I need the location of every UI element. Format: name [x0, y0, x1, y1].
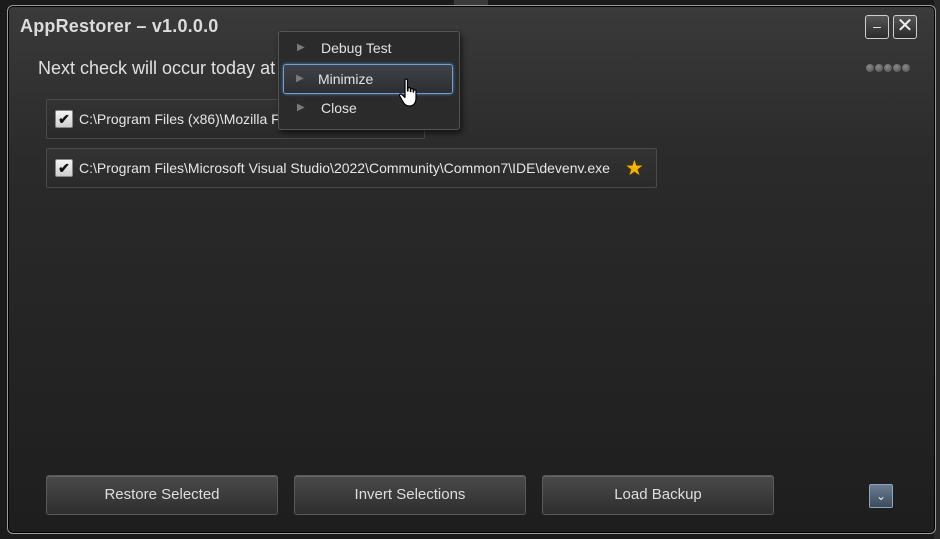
- minimize-button[interactable]: –: [865, 15, 889, 39]
- favorite-star-icon[interactable]: ★: [625, 156, 644, 181]
- app-title: AppRestorer – v1.0.0.0: [20, 16, 219, 36]
- invert-selections-button[interactable]: Invert Selections: [294, 475, 526, 515]
- restore-selected-button[interactable]: Restore Selected: [46, 475, 278, 515]
- hand-cursor-icon: [398, 78, 417, 107]
- minimize-icon: –: [873, 18, 881, 34]
- busy-indicator-icon: [866, 64, 910, 72]
- app-path: C:\Program Files (x86)\Mozilla Fi: [79, 111, 283, 127]
- submenu-arrow-icon: ▶: [296, 73, 304, 84]
- menu-item-label: Debug Test: [321, 40, 392, 56]
- menu-item-minimize[interactable]: ▶ Minimize: [283, 64, 453, 94]
- app-list-item[interactable]: ✔ C:\Program Files\Microsoft Visual Stud…: [46, 148, 657, 188]
- submenu-arrow-icon: ▶: [297, 42, 305, 53]
- app-checkbox[interactable]: ✔: [55, 110, 73, 128]
- close-button[interactable]: ✕: [893, 15, 917, 39]
- submenu-arrow-icon: ▶: [297, 102, 305, 113]
- menu-item-label: Close: [321, 100, 357, 116]
- close-icon: ✕: [896, 15, 914, 37]
- next-check-label: Next check will occur today at: [38, 58, 276, 78]
- menu-item-debug-test[interactable]: ▶ Debug Test: [283, 34, 453, 62]
- load-backup-button[interactable]: Load Backup: [542, 475, 774, 515]
- menu-item-label: Minimize: [318, 71, 374, 87]
- chevron-down-icon: ⌄: [875, 489, 887, 503]
- title-bar[interactable]: AppRestorer – v1.0.0.0 – ✕: [8, 6, 935, 46]
- app-checkbox[interactable]: ✔: [55, 159, 73, 177]
- app-path: C:\Program Files\Microsoft Visual Studio…: [79, 160, 610, 176]
- menu-item-close[interactable]: ▶ Close: [283, 94, 453, 122]
- expand-button[interactable]: ⌄: [869, 484, 893, 508]
- context-menu: ▶ Debug Test ▶ Minimize ▶ Close: [278, 31, 460, 130]
- app-window: AppRestorer – v1.0.0.0 – ✕ Next check wi…: [7, 5, 936, 534]
